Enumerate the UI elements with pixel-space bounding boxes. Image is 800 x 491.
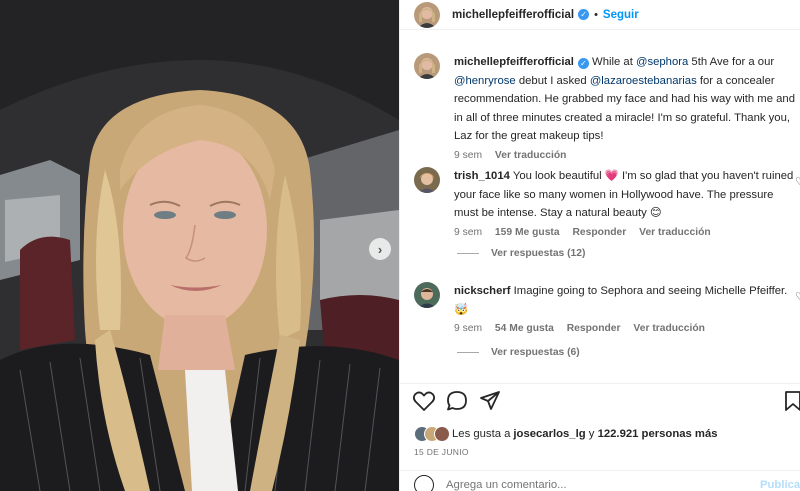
caption-username[interactable]: michellepfeifferofficial (454, 56, 574, 68)
separator-dot: • (594, 8, 598, 21)
replies-divider (457, 253, 479, 254)
translate-link[interactable]: Ver traducción (633, 323, 705, 334)
comments-list[interactable]: michellepfeifferofficial ✓ While at @seph… (400, 31, 800, 383)
heart-icon[interactable] (412, 390, 436, 412)
comment-likes[interactable]: 159 Me gusta (495, 227, 560, 238)
caption: michellepfeifferofficial ✓ While at @seph… (414, 53, 799, 161)
view-replies-button[interactable]: Ver respuestas (12) (457, 248, 585, 259)
post-date[interactable]: 15 DE JUNIO (414, 447, 469, 457)
commenter-avatar[interactable] (414, 167, 440, 193)
verified-badge-icon: ✓ (578, 9, 590, 20)
comment-input[interactable] (446, 479, 746, 491)
caption-time[interactable]: 9 sem (454, 150, 482, 161)
translate-link[interactable]: Ver traducción (495, 150, 567, 161)
caption-text: michellepfeifferofficial ✓ While at @seph… (454, 53, 799, 146)
mention-link[interactable]: @henryrose (454, 75, 516, 87)
comment-text: nickscherf Imagine going to Sephora and … (454, 282, 799, 319)
liker-avatars (414, 426, 450, 442)
liker-username[interactable]: josecarlos_lg (513, 428, 585, 440)
chevron-right-icon: › (377, 241, 383, 257)
mention-link[interactable]: @lazaroestebanarias (590, 75, 697, 87)
caption-segment: While at (592, 56, 636, 68)
comment-likes[interactable]: 54 Me gusta (495, 323, 554, 334)
view-replies-label: Ver respuestas (12) (491, 248, 586, 259)
translate-link[interactable]: Ver traducción (639, 227, 711, 238)
bookmark-icon[interactable] (783, 390, 800, 412)
reply-button[interactable]: Responder (572, 227, 626, 238)
view-replies-label: Ver respuestas (6) (491, 347, 580, 358)
comment-like-heart-icon[interactable]: ♡ (795, 175, 800, 188)
comment-item: trish_1014 You look beautiful 💗 I'm so g… (414, 167, 800, 238)
reply-button[interactable]: Responder (567, 323, 621, 334)
likes-middle: y (585, 428, 598, 440)
mention-link[interactable]: @sephora (636, 56, 688, 68)
commenter-username[interactable]: nickscherf (454, 285, 511, 297)
likes-count[interactable]: 122.921 personas más (598, 428, 718, 440)
comment-like-heart-icon[interactable]: ♡ (795, 290, 800, 303)
caption-meta: 9 sem Ver traducción (454, 150, 799, 161)
author-username[interactable]: michellepfeifferofficial (452, 9, 574, 21)
caption-avatar[interactable] (414, 53, 440, 79)
post-detail-panel: michellepfeifferofficial ✓ • Seguir mich… (399, 0, 800, 491)
commenter-username[interactable]: trish_1014 (454, 170, 510, 182)
replies-divider (457, 352, 479, 353)
comment-meta: 9 sem 159 Me gusta Responder Ver traducc… (454, 227, 799, 238)
comment-time[interactable]: 9 sem (454, 227, 482, 238)
view-replies-button[interactable]: Ver respuestas (6) (457, 347, 580, 358)
comment-meta: 9 sem 54 Me gusta Responder Ver traducci… (454, 323, 799, 334)
author-avatar[interactable] (414, 1, 440, 28)
comment-icon[interactable] (445, 390, 469, 412)
liker-avatar (434, 426, 450, 442)
emoji-icon[interactable] (414, 475, 434, 491)
post-actions: Les gusta a josecarlos_lg y 122.921 pers… (400, 383, 800, 491)
commenter-avatar[interactable] (414, 282, 440, 308)
verified-badge-icon: ✓ (577, 58, 589, 69)
post-header: michellepfeifferofficial ✓ • Seguir (400, 0, 800, 30)
caption-segment: 5th Ave for a our (688, 56, 775, 68)
comment-time[interactable]: 9 sem (454, 323, 482, 334)
likes-prefix: Les gusta a (452, 428, 511, 440)
publish-button[interactable]: Publicar (760, 479, 800, 491)
add-comment-bar: Publicar (400, 470, 800, 491)
portrait-illustration (0, 0, 399, 491)
comment-text: trish_1014 You look beautiful 💗 I'm so g… (454, 167, 799, 223)
follow-button[interactable]: Seguir (603, 9, 639, 21)
next-photo-button[interactable]: › (369, 238, 391, 260)
post-photo[interactable]: › (0, 0, 399, 491)
caption-segment: debut I asked (515, 74, 590, 87)
likes-summary: Les gusta a josecarlos_lg y 122.921 pers… (414, 426, 718, 442)
comment-item: nickscherf Imagine going to Sephora and … (414, 282, 800, 334)
share-icon[interactable] (478, 390, 502, 412)
